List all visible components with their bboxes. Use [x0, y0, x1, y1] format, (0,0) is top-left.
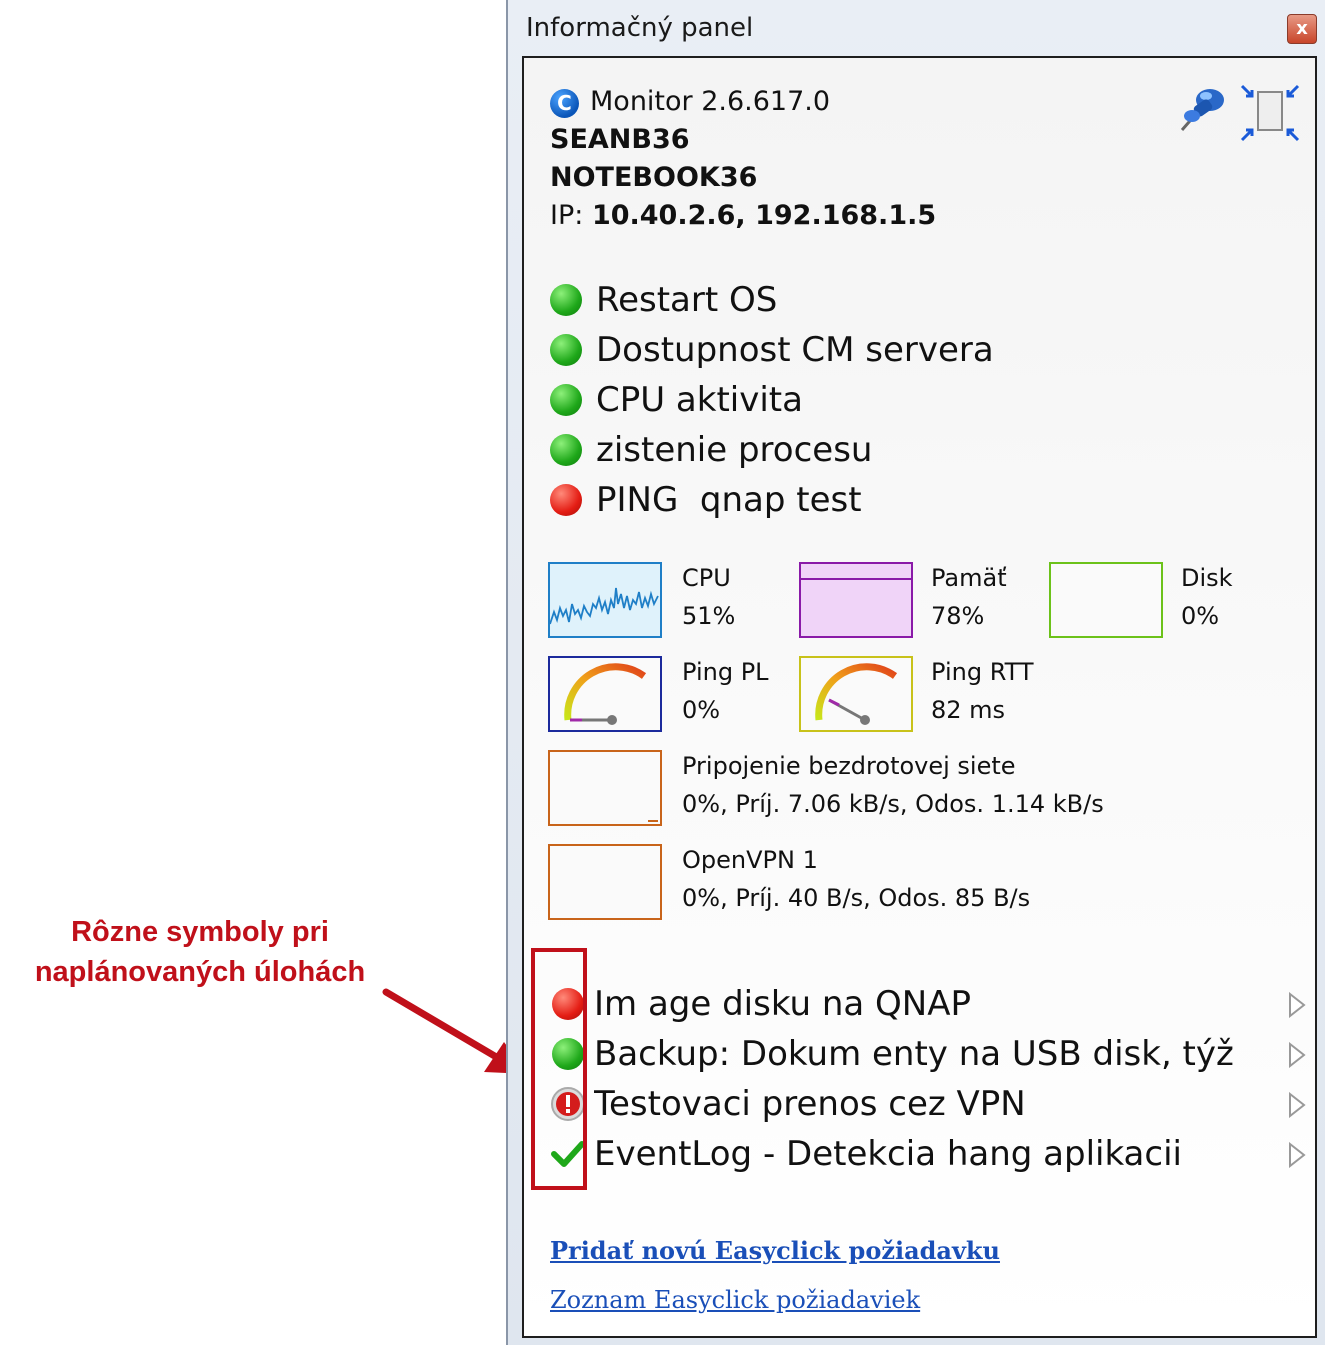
status-label: PING qnap test: [596, 480, 862, 520]
wifi-label: Pripojenie bezdrotovej siete: [682, 752, 1016, 780]
status-item: zistenie procesu: [550, 430, 872, 470]
computer-name: NOTEBOOK36: [550, 162, 758, 193]
task-label: Im age disku na QNAP: [594, 984, 971, 1024]
easyclick-requests-list-link[interactable]: Zoznam Easyclick požiadaviek: [550, 1286, 920, 1314]
vpn-value: 0%, Príj. 40 B/s, Odos. 85 B/s: [682, 884, 1031, 912]
status-item: Restart OS: [550, 280, 777, 320]
close-icon: x: [1296, 18, 1308, 39]
shrink-window-icon[interactable]: [1240, 84, 1300, 144]
disk-label: Disk: [1181, 564, 1233, 592]
red-status-icon: [550, 484, 582, 516]
annotation-highlight-box: [531, 948, 587, 1190]
add-easyclick-request-link[interactable]: Pridať novú Easyclick požiadavku: [550, 1236, 1000, 1265]
task-item[interactable]: Testovaci prenos cez VPN: [550, 1082, 1310, 1126]
expand-arrow-icon[interactable]: [1288, 1142, 1306, 1168]
wifi-graph[interactable]: [548, 750, 662, 826]
window-title: Informačný panel: [526, 13, 754, 43]
ping-pl-label: Ping PL: [682, 658, 769, 686]
gauge-icon: [815, 663, 898, 725]
wifi-activity-line: [648, 820, 658, 822]
memory-level-line: [801, 578, 911, 580]
status-label: zistenie procesu: [596, 430, 873, 470]
green-status-icon: [550, 434, 582, 466]
annotation-text: Rôzne symboly pri naplánovaných úlohách: [0, 912, 400, 992]
titlebar[interactable]: Informačný panel x: [508, 0, 1325, 55]
green-status-icon: [550, 284, 582, 316]
annotation-line-1: Rôzne symboly pri: [71, 916, 329, 948]
green-status-icon: [550, 334, 582, 366]
annotation-line-2: naplánovaných úlohách: [34, 956, 366, 988]
pin-icon[interactable]: [1176, 82, 1232, 138]
status-item: Dostupnost CM servera: [550, 330, 994, 370]
info-panel-window: Informačný panel x C Monitor 2.6.617.0 S…: [506, 0, 1325, 1345]
memory-label: Pamäť: [931, 564, 1007, 592]
close-button[interactable]: x: [1287, 14, 1317, 44]
expand-arrow-icon[interactable]: [1288, 992, 1306, 1018]
vpn-graph[interactable]: [548, 844, 662, 920]
ping-pl-value: 0%: [682, 696, 721, 724]
ping-rtt-label: Ping RTT: [931, 658, 1034, 686]
task-item[interactable]: Backup: Dokum enty na USB disk, týždenne: [550, 1032, 1310, 1076]
wifi-value: 0%, Príj. 7.06 kB/s, Odos. 1.14 kB/s: [682, 790, 1104, 818]
ip-line: IP: 10.40.2.6, 192.168.1.5: [550, 200, 936, 231]
info-panel: C Monitor 2.6.617.0 SEANB36 NOTEBOOK36 I…: [522, 56, 1317, 1338]
user-name: SEANB36: [550, 124, 690, 155]
task-item[interactable]: Im age disku na QNAP: [550, 982, 1310, 1026]
disk-value: 0%: [1181, 602, 1220, 630]
app-version: Monitor 2.6.617.0: [590, 86, 831, 117]
cpu-sparkline-icon: [549, 587, 659, 625]
ping-rtt-value: 82 ms: [931, 696, 1006, 724]
ping-pl-gauge[interactable]: [548, 656, 662, 732]
disk-graph[interactable]: [1049, 562, 1163, 638]
status-label: Dostupnost CM servera: [596, 330, 994, 370]
ping-rtt-gauge[interactable]: [799, 656, 913, 732]
status-label: Restart OS: [596, 280, 778, 320]
monitor-icon: C: [550, 89, 579, 118]
expand-arrow-icon[interactable]: [1288, 1092, 1306, 1118]
memory-value: 78%: [931, 602, 985, 630]
ip-label: IP:: [550, 200, 584, 231]
task-label: Testovaci prenos cez VPN: [594, 1084, 1026, 1124]
task-label: EventLog - Detekcia hang aplikacii: [594, 1134, 1182, 1174]
task-item[interactable]: EventLog - Detekcia hang aplikacii: [550, 1132, 1310, 1176]
status-item: CPU aktivita: [550, 380, 803, 420]
gauge-icon: [564, 663, 647, 725]
status-item: PING qnap test: [550, 480, 862, 520]
task-label: Backup: Dokum enty na USB disk, týždenne: [594, 1034, 1234, 1074]
cpu-graph[interactable]: [548, 562, 662, 638]
cpu-label: CPU: [682, 564, 731, 592]
expand-arrow-icon[interactable]: [1288, 1042, 1306, 1068]
vpn-label: OpenVPN 1: [682, 846, 818, 874]
ip-value: 10.40.2.6, 192.168.1.5: [591, 200, 937, 231]
cpu-value: 51%: [682, 602, 736, 630]
green-status-icon: [550, 384, 582, 416]
memory-graph[interactable]: [799, 562, 913, 638]
status-label: CPU aktivita: [596, 380, 803, 420]
